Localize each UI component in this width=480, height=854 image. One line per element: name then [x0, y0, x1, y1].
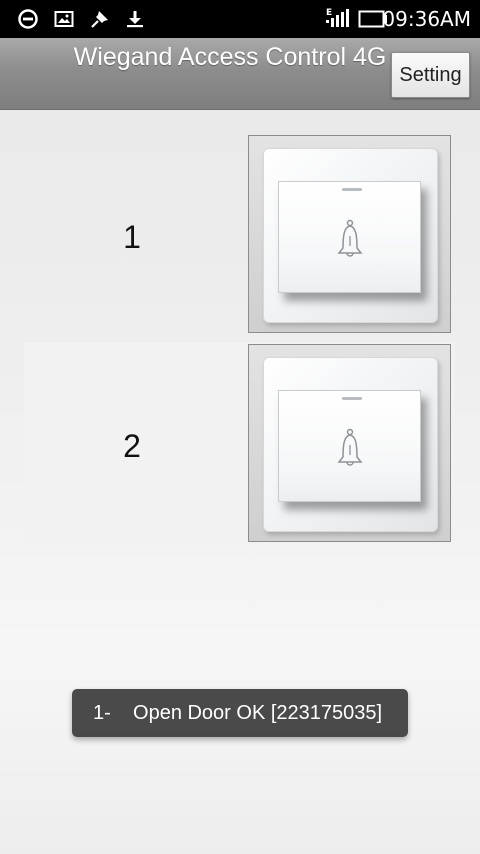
bell-icon [337, 219, 363, 257]
switch-indicator [342, 188, 362, 191]
circle-minus-icon [18, 9, 38, 29]
setting-button[interactable]: Setting [391, 52, 470, 98]
doorbell-switch-2[interactable] [248, 344, 451, 542]
image-icon [54, 11, 74, 27]
status-bar: E 09:36AM [0, 0, 480, 38]
bell-icon [337, 428, 363, 466]
door-number: 2 [123, 428, 141, 464]
svg-text:E: E [326, 8, 332, 18]
switch-plate [263, 148, 438, 323]
door-row-2: 2 [24, 342, 455, 547]
title-bar: Wiegand Access Control 4G Setting [0, 38, 480, 110]
doorbell-switch-1[interactable] [248, 135, 451, 333]
switch-indicator [342, 397, 362, 400]
door-row-1: 1 [24, 135, 455, 340]
signal-e-icon: E [326, 8, 349, 27]
clock: 09:36AM [382, 7, 471, 31]
pin-icon [91, 11, 108, 28]
app-title: Wiegand Access Control 4G [73, 43, 387, 71]
toast-message: 1- Open Door OK [223175035] [72, 689, 408, 737]
door-number: 1 [123, 219, 141, 255]
switch-key [278, 390, 421, 502]
switch-key [278, 181, 421, 293]
download-icon [127, 11, 143, 28]
switch-plate [263, 357, 438, 532]
